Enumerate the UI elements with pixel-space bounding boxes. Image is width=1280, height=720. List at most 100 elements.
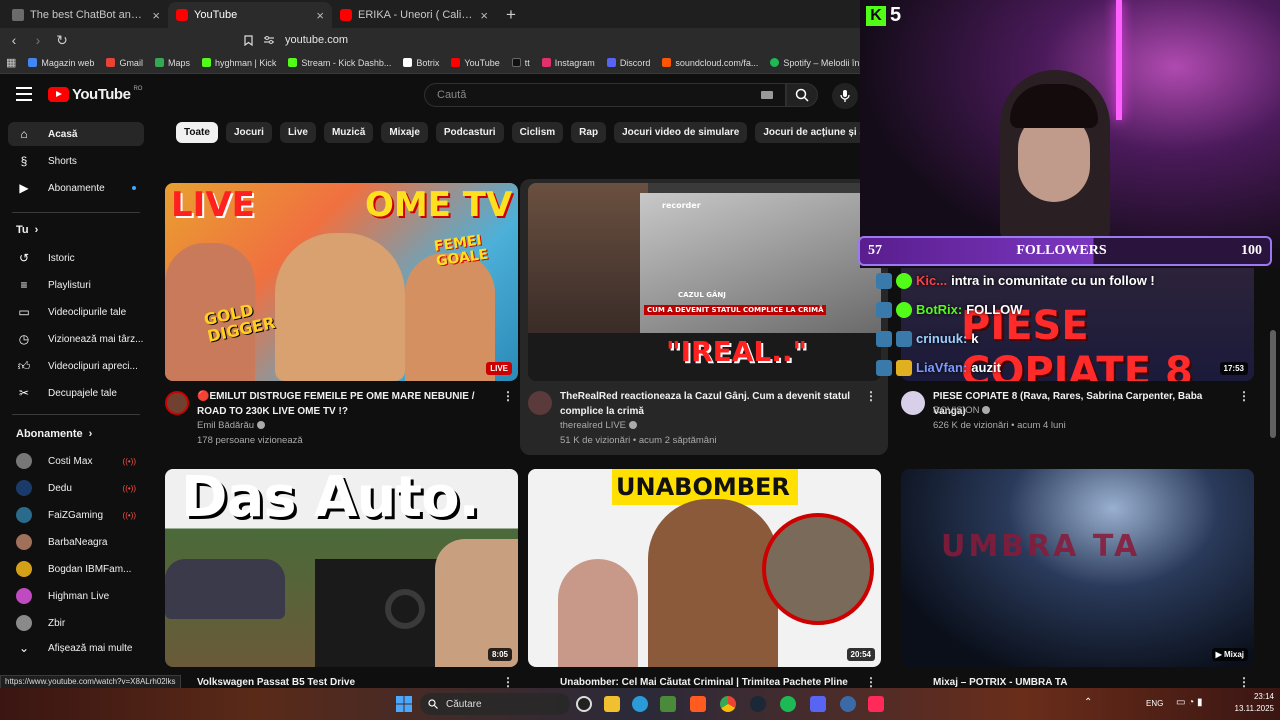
bookmark-item[interactable]: Botrix xyxy=(403,58,439,68)
page-scrollbar[interactable] xyxy=(1270,330,1276,438)
video-thumbnail[interactable]: UNABOMBER 20:54 xyxy=(528,469,881,667)
close-tab-icon[interactable]: × xyxy=(316,8,324,23)
tiktok-icon[interactable] xyxy=(868,696,884,712)
windows-start-icon[interactable] xyxy=(396,696,412,712)
bookmark-item[interactable]: Discord xyxy=(606,58,650,68)
apps-grid-icon[interactable]: ▦ xyxy=(6,56,16,69)
edge-icon[interactable] xyxy=(632,696,648,712)
language-indicator[interactable]: ENG xyxy=(1146,699,1163,708)
sidebar-item-clips[interactable]: ✂ Decupajele tale xyxy=(8,381,144,405)
clock[interactable]: 23:14 13.11.2025 xyxy=(1235,691,1274,715)
sidebar-item-home[interactable]: ⌂ Acasă xyxy=(8,122,144,146)
omnibox[interactable]: youtube.com xyxy=(244,30,860,50)
tray-icons[interactable]: ▭ ◔ ▮ xyxy=(1176,697,1203,708)
sidebar-subscription[interactable]: Highman Live xyxy=(8,584,144,608)
sidebar-subscription[interactable]: Costi Max ((•)) xyxy=(8,449,144,473)
sidebar-item-watch-later[interactable]: ◷ Vizionează mai târz... xyxy=(8,327,144,351)
video-card[interactable]: Das Auto. 8:05 Volkswagen Passat B5 Test… xyxy=(165,469,518,689)
sidebar-subscription[interactable]: FaiZGaming ((•)) xyxy=(8,503,144,527)
new-tab-button[interactable]: + xyxy=(500,4,522,26)
search-button[interactable] xyxy=(786,83,818,107)
brave-icon[interactable] xyxy=(690,696,706,712)
video-thumbnail[interactable]: recorder CAZUL GÂNJ CUM A DEVENIT STATUL… xyxy=(528,183,881,381)
youtube-logo[interactable]: YouTube RO xyxy=(48,86,142,103)
bookmark-item[interactable]: tt xyxy=(511,58,530,68)
more-actions-icon[interactable]: ⋮ xyxy=(865,389,877,403)
sidebar-item-liked[interactable]: 👍︎ Videoclipuri apreci... xyxy=(8,354,144,378)
obs-icon[interactable] xyxy=(576,696,592,712)
sidebar-item-subscriptions[interactable]: ▶ Abonamente xyxy=(8,176,144,200)
browser-tab-active[interactable]: YouTube × xyxy=(168,2,332,28)
sidebar-item-your-videos[interactable]: ▭ Videoclipurile tale xyxy=(8,300,144,324)
close-tab-icon[interactable]: × xyxy=(152,8,160,23)
you-section-heading[interactable]: Tu › xyxy=(16,224,38,236)
site-info-icon[interactable] xyxy=(263,35,275,45)
chip[interactable]: Jocuri de acțiune și aventură xyxy=(755,122,860,143)
bookmark-item[interactable]: Maps xyxy=(154,58,190,68)
chip[interactable]: Rap xyxy=(571,122,607,143)
voice-search-button[interactable] xyxy=(832,83,858,109)
back-icon[interactable]: ‹ xyxy=(4,32,24,48)
chip[interactable]: Ciclism xyxy=(511,122,564,143)
video-thumbnail[interactable]: LIVE OME TV FEMEI GOALE GOLD DIGGER LIVE xyxy=(165,183,518,381)
more-actions-icon[interactable]: ⋮ xyxy=(1238,675,1250,689)
bookmark-item[interactable]: Magazin web xyxy=(28,58,94,68)
discord-icon[interactable] xyxy=(810,696,826,712)
chip[interactable]: Jocuri video de simulare xyxy=(614,122,748,143)
video-thumbnail[interactable]: UMBRA TA ▶ Mixaj xyxy=(901,469,1254,667)
forward-icon[interactable]: › xyxy=(28,32,48,48)
channel-name[interactable]: ROVISION xyxy=(933,405,991,416)
video-title[interactable]: 🔴EMILUT DISTRUGE FEMEILE PE OME MARE NEB… xyxy=(197,389,497,419)
bookmark-item[interactable]: soundcloud.com/fa... xyxy=(662,58,758,68)
file-explorer-icon[interactable] xyxy=(604,696,620,712)
chip-all[interactable]: Toate xyxy=(176,122,218,143)
channel-avatar[interactable] xyxy=(901,391,925,415)
sidebar-item-playlists[interactable]: ≡ Playlisturi xyxy=(8,273,144,297)
chip[interactable]: Mixaje xyxy=(381,122,428,143)
tray-chevron-icon[interactable]: ⌃ xyxy=(1084,697,1092,708)
channel-name[interactable]: therealred LIVE xyxy=(560,420,638,431)
sidebar-item-shorts[interactable]: § Shorts xyxy=(8,149,144,173)
bookmark-item[interactable]: hyghman | Kick xyxy=(201,58,276,68)
close-tab-icon[interactable]: × xyxy=(480,8,488,23)
show-more-button[interactable]: ⌄ Afișează mai multe xyxy=(8,636,144,660)
bookmark-item[interactable]: Instagram xyxy=(541,58,595,68)
chip[interactable]: Muzică xyxy=(323,122,374,143)
bookmark-item[interactable]: Stream - Kick Dashb... xyxy=(288,58,391,68)
chrome-icon[interactable] xyxy=(720,696,736,712)
taskbar-search[interactable]: Căutare xyxy=(420,693,570,715)
keyboard-icon[interactable] xyxy=(761,91,773,99)
sidebar-subscription[interactable]: BarbaNeagra xyxy=(8,530,144,554)
more-actions-icon[interactable]: ⋮ xyxy=(502,675,514,689)
search-input[interactable]: Caută xyxy=(424,83,786,107)
more-actions-icon[interactable]: ⋮ xyxy=(1238,389,1250,403)
video-card[interactable]: LIVE OME TV FEMEI GOALE GOLD DIGGER LIVE… xyxy=(165,183,518,449)
sidebar-subscription[interactable]: Dedu ((•)) xyxy=(8,476,144,500)
browser-tab[interactable]: ERIKA - Uneori ( Calinacho cover ) - You… xyxy=(332,2,496,28)
sidebar-subscription[interactable]: Zbir xyxy=(8,611,144,635)
video-title[interactable]: TheRealRed reactioneaza la Cazul Gânj. C… xyxy=(560,389,860,419)
sidebar-item-history[interactable]: ↺ Istoric xyxy=(8,246,144,270)
video-card[interactable]: UMBRA TA ▶ Mixaj Mixaj – POTRIX - UMBRA … xyxy=(901,469,1254,689)
video-card[interactable]: recorder CAZUL GÂNJ CUM A DEVENIT STATUL… xyxy=(520,179,888,455)
app-icon[interactable] xyxy=(840,696,856,712)
bookmark-item[interactable]: Spotify – Melodii în... xyxy=(770,58,860,68)
reload-icon[interactable]: ↻ xyxy=(52,32,72,49)
bookmark-icon[interactable] xyxy=(244,34,253,46)
more-actions-icon[interactable]: ⋮ xyxy=(865,675,877,689)
channel-avatar[interactable] xyxy=(165,391,189,415)
sidebar-subscription[interactable]: Bogdan IBMFam... xyxy=(8,557,144,581)
bookmark-item[interactable]: Gmail xyxy=(106,58,143,68)
subscriptions-section-heading[interactable]: Abonamente › xyxy=(16,428,92,440)
menu-icon[interactable] xyxy=(16,87,32,101)
video-card[interactable]: UNABOMBER 20:54 Unabomber: Cel Mai Căuta… xyxy=(528,469,881,689)
video-thumbnail[interactable]: Das Auto. 8:05 xyxy=(165,469,518,667)
bookmark-item[interactable]: YouTube xyxy=(451,58,500,68)
chip[interactable]: Jocuri xyxy=(225,122,272,143)
channel-name[interactable]: Emil Bădărău xyxy=(197,420,266,431)
spotify-icon[interactable] xyxy=(780,696,796,712)
chip[interactable]: Podcasturi xyxy=(435,122,504,143)
more-actions-icon[interactable]: ⋮ xyxy=(502,389,514,403)
steam-icon[interactable] xyxy=(750,696,766,712)
chip[interactable]: Live xyxy=(279,122,316,143)
